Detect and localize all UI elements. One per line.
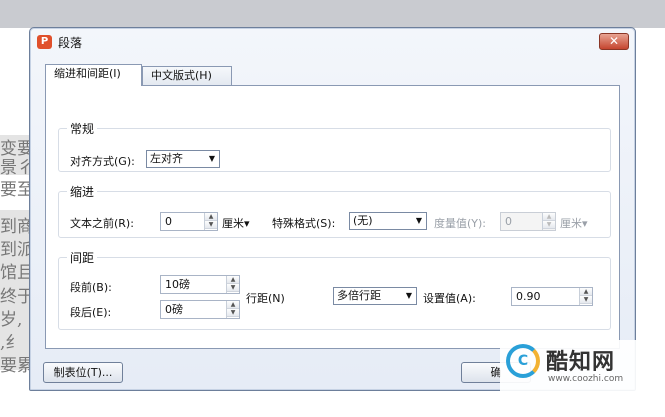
spacing-before-value: 10磅 xyxy=(165,278,190,291)
stepper-buttons[interactable]: ▲ ▼ xyxy=(226,276,239,293)
tab-indent-spacing[interactable]: 缩进和间距(I) xyxy=(45,64,142,86)
watermark-name: 酷知网 xyxy=(546,350,616,375)
spin-down-icon[interactable]: ▼ xyxy=(205,221,217,229)
special-format-label: 特殊格式(S): xyxy=(272,217,336,230)
before-text-stepper[interactable]: 0 ▲ ▼ xyxy=(160,212,218,231)
before-text-unit-select[interactable]: 厘米▾ xyxy=(222,215,250,231)
watermark-url: www.coozhi.com xyxy=(548,374,624,384)
set-value-stepper[interactable]: 0.90 ▲ ▼ xyxy=(511,287,593,306)
spin-down-icon[interactable]: ▼ xyxy=(580,296,592,304)
line-spacing-value: 多倍行距 xyxy=(337,289,381,302)
special-format-select[interactable]: (无) ▼ xyxy=(349,212,427,230)
alignment-select[interactable]: 左对齐 ▼ xyxy=(146,150,220,168)
set-value-value: 0.90 xyxy=(516,290,541,303)
line-spacing-label: 行距(N) xyxy=(246,292,285,305)
chevron-down-icon: ▼ xyxy=(208,154,215,163)
stepper-buttons[interactable]: ▲ ▼ xyxy=(226,301,239,318)
tab-stops-button[interactable]: 制表位(T)... xyxy=(43,362,123,383)
set-value-label: 设置值(A): xyxy=(423,292,476,305)
alignment-label: 对齐方式(G): xyxy=(70,155,135,168)
measure-label: 度量值(Y): xyxy=(434,217,487,230)
watermark: C 酷知网 www.coozhi.com xyxy=(500,340,665,395)
spacing-after-stepper[interactable]: 0磅 ▲ ▼ xyxy=(160,300,240,319)
spin-up-icon[interactable]: ▲ xyxy=(227,276,239,284)
spin-down-icon[interactable]: ▼ xyxy=(227,309,239,317)
spacing-group-title: 间距 xyxy=(67,249,98,266)
indent-group-title: 缩进 xyxy=(67,183,98,200)
spin-down-icon[interactable]: ▼ xyxy=(543,221,555,229)
line-spacing-select[interactable]: 多倍行距 ▼ xyxy=(333,287,417,305)
spin-down-icon[interactable]: ▼ xyxy=(227,284,239,292)
stepper-buttons[interactable]: ▲ ▼ xyxy=(579,288,592,305)
special-format-value: (无) xyxy=(353,214,373,227)
before-text-value: 0 xyxy=(165,215,172,228)
dialog-title: 段落 xyxy=(58,36,83,50)
spacing-before-stepper[interactable]: 10磅 ▲ ▼ xyxy=(160,275,240,294)
stepper-buttons[interactable]: ▲ ▼ xyxy=(542,213,555,230)
spacing-after-label: 段后(E): xyxy=(70,306,112,319)
tab-panel: 常规 对齐方式(G): 左对齐 ▼ 缩进 文本之前(R): 0 ▲ ▼ 厘米▾ 特… xyxy=(45,85,620,349)
before-text-label: 文本之前(R): xyxy=(70,217,134,230)
spacing-before-label: 段前(B): xyxy=(70,281,112,294)
coozhi-logo-icon: C xyxy=(506,344,540,378)
tab-chinese-layout[interactable]: 中文版式(H) xyxy=(142,66,232,86)
general-group-title: 常规 xyxy=(67,120,98,137)
spin-up-icon[interactable]: ▲ xyxy=(543,213,555,221)
paragraph-dialog: P 段落 ✕ 缩进和间距(I) 中文版式(H) 常规 对齐方式(G): 左对齐 … xyxy=(29,27,636,391)
chevron-down-icon: ▼ xyxy=(415,216,422,225)
chevron-down-icon: ▼ xyxy=(405,291,412,300)
spin-up-icon[interactable]: ▲ xyxy=(205,213,217,221)
general-group: 常规 xyxy=(58,120,611,172)
measure-value: 0 xyxy=(505,215,512,228)
measure-stepper[interactable]: 0 ▲ ▼ xyxy=(500,212,556,231)
spin-up-icon[interactable]: ▲ xyxy=(580,288,592,296)
spin-up-icon[interactable]: ▲ xyxy=(227,301,239,309)
stepper-buttons[interactable]: ▲ ▼ xyxy=(204,213,217,230)
dialog-title-bar[interactable]: P 段落 ✕ xyxy=(30,28,635,56)
spacing-after-value: 0磅 xyxy=(165,303,183,316)
wps-app-icon: P xyxy=(37,35,52,49)
app-toolbar-area xyxy=(0,0,665,28)
close-button[interactable]: ✕ xyxy=(599,33,629,50)
measure-unit-select[interactable]: 厘米▾ xyxy=(560,215,588,231)
alignment-value: 左对齐 xyxy=(150,152,183,165)
